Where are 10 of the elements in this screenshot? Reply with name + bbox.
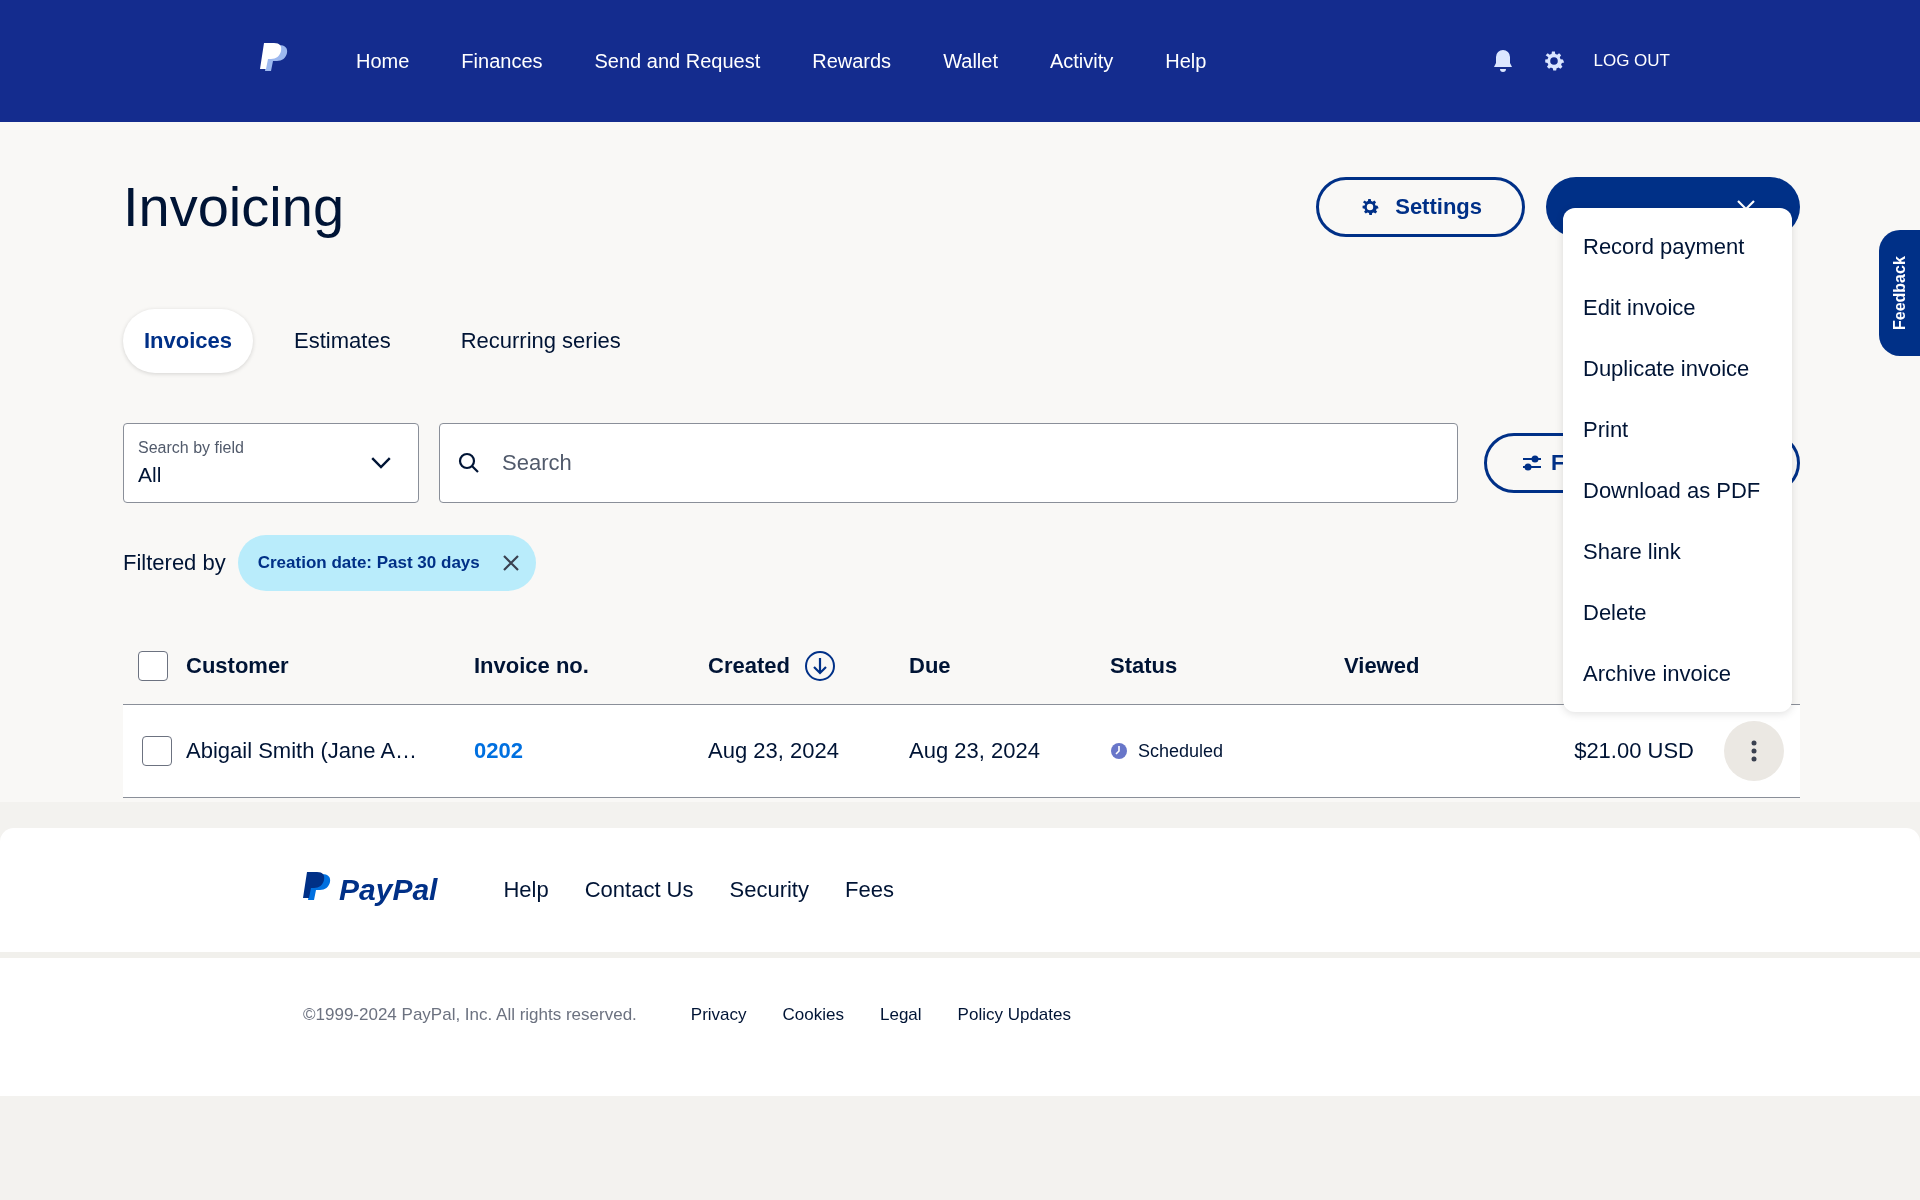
select-value: All — [138, 463, 163, 487]
page-title: Invoicing — [123, 174, 345, 239]
copyright-text: ©1999-2024 PayPal, Inc. All rights reserved. — [303, 1005, 637, 1025]
table-cell-text: Aug 23, 2024 — [708, 738, 840, 764]
table-cell-text: Abigail Smith (Jane A… — [186, 738, 419, 764]
amount-cell-text: $21.00 USD — [1573, 738, 1695, 764]
status-text: Scheduled — [1138, 740, 1224, 762]
select-label: Search by field — [138, 439, 244, 457]
filtered-by-label: Filtered by — [123, 550, 226, 576]
table-cell-text: Aug 23, 2024 — [909, 738, 1041, 764]
